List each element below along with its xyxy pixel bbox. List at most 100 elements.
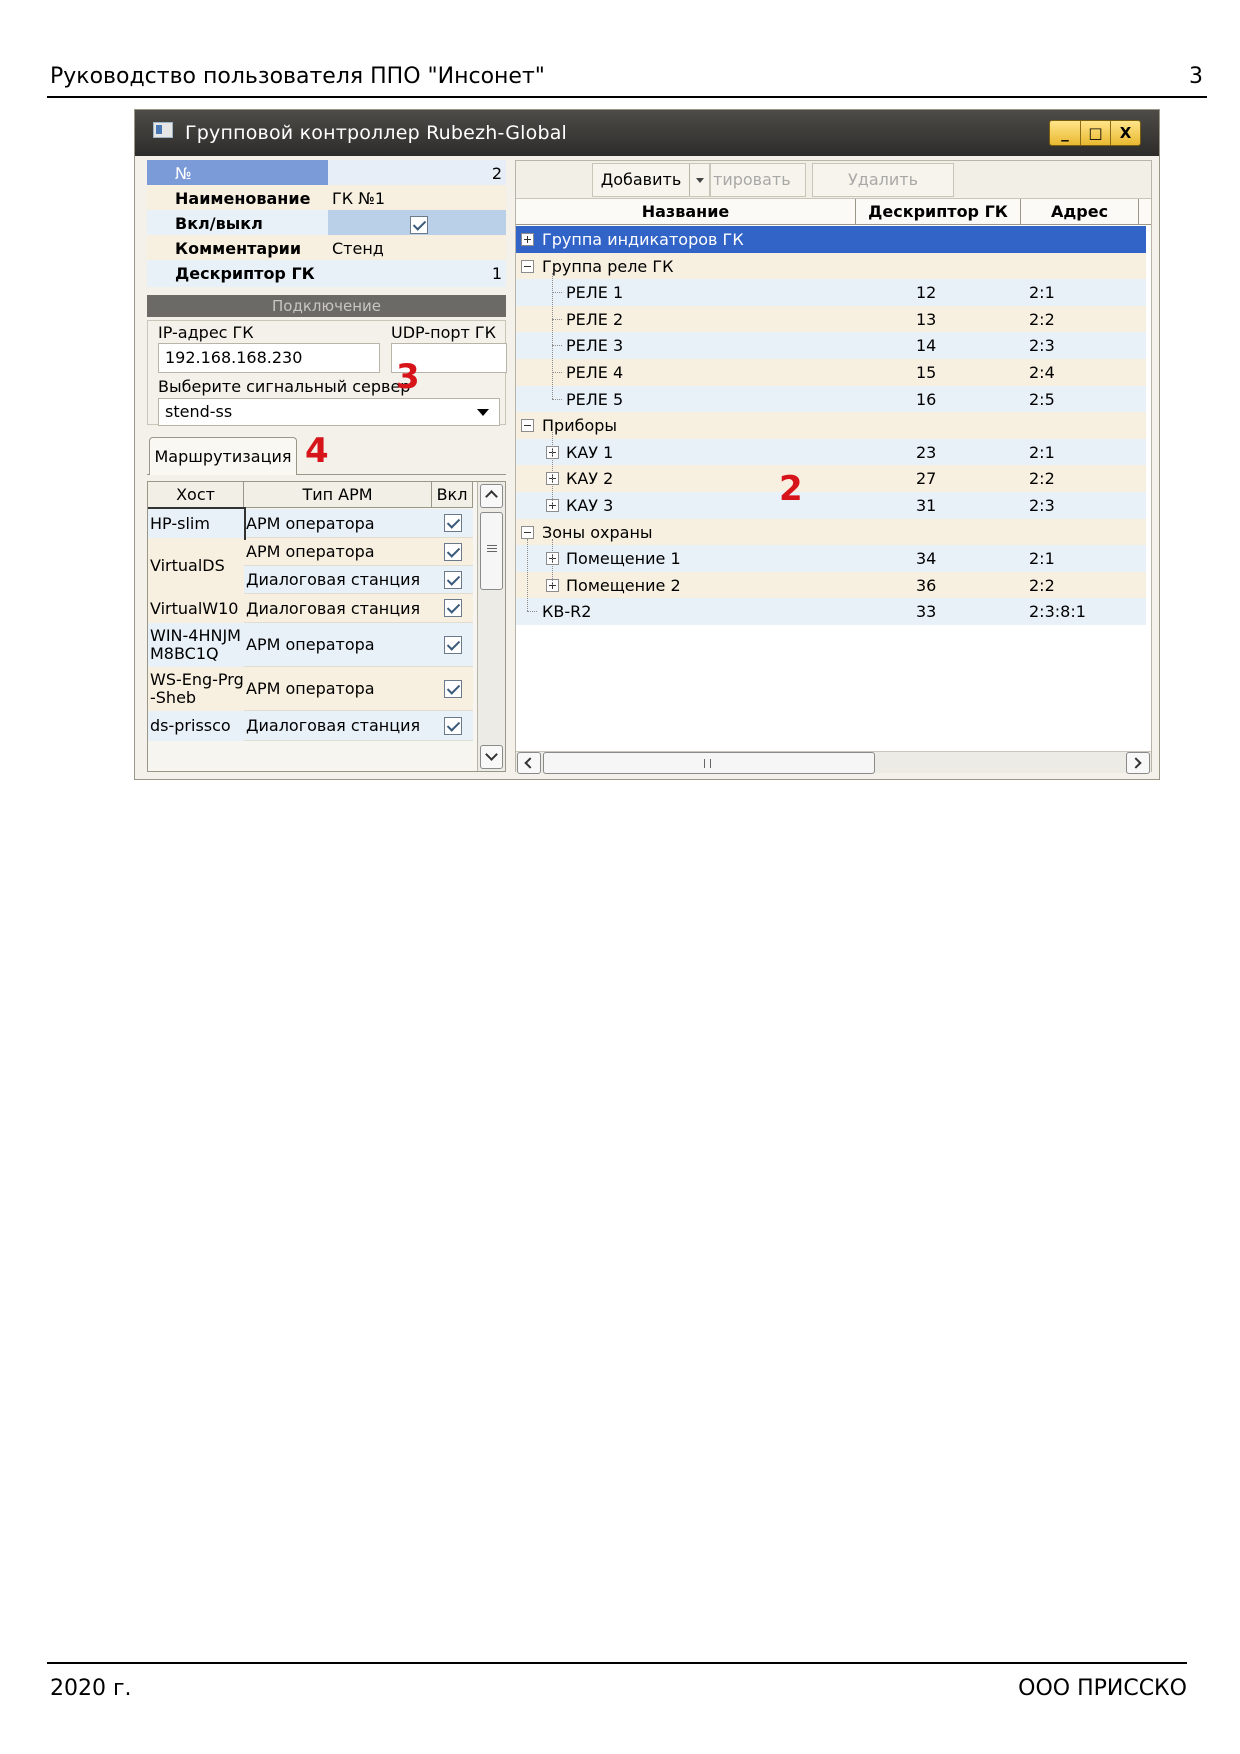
enabled-cell[interactable] xyxy=(432,594,473,622)
left-panel: № 2 Наименование ГК №1 Вкл/выкл Комментарии Ст… xyxy=(147,160,507,772)
arm-type-cell[interactable]: Диалоговая станция xyxy=(244,594,432,622)
column-address[interactable]: Адрес xyxy=(1021,199,1139,225)
table-row[interactable]: ds-prissco Диалоговая станция xyxy=(148,711,473,741)
checkbox-checked-icon[interactable] xyxy=(443,570,462,589)
property-row[interactable]: Дескриптор ГК 1 xyxy=(147,260,506,287)
column-descriptor[interactable]: Дескриптор ГК xyxy=(856,199,1021,225)
tree-row[interactable]: КВ-R2 33 2:3:8:1 xyxy=(516,598,1146,626)
tree-row[interactable]: РЕЛЕ 5 16 2:5 xyxy=(516,385,1146,413)
table-row[interactable]: HP-slim АРМ оператора xyxy=(148,507,473,540)
tree-row[interactable]: Группа реле ГК xyxy=(516,252,1146,280)
collapse-icon[interactable] xyxy=(521,259,534,273)
tree-row[interactable]: Помещение 1 34 2:1 xyxy=(516,545,1146,573)
descriptor-value: 13 xyxy=(916,309,937,329)
property-row[interactable]: Комментарии Стенд xyxy=(147,235,506,262)
tree-horizontal-scrollbar[interactable] xyxy=(516,751,1151,774)
property-row[interactable]: Вкл/выкл xyxy=(147,210,506,237)
column-arm-type[interactable]: Тип АРМ xyxy=(244,482,432,508)
delete-button[interactable]: Удалить xyxy=(812,163,954,197)
arm-type-cell[interactable]: Диалоговая станция xyxy=(244,711,432,740)
window-titlebar[interactable]: Групповой контроллер Rubezh-Global _ □ X xyxy=(135,110,1159,156)
property-value[interactable]: 1 xyxy=(328,260,506,287)
tree-row[interactable]: Группа индикаторов ГК xyxy=(516,226,1146,253)
tree-row[interactable]: КАУ 1 23 2:1 xyxy=(516,438,1146,466)
descriptor-value: 33 xyxy=(916,602,937,622)
table-row[interactable]: WS-Eng-Prg -Sheb АРМ оператора xyxy=(148,667,473,711)
scroll-up-button[interactable] xyxy=(480,484,503,508)
host-cell[interactable]: VirtualW10 xyxy=(148,594,244,623)
checkbox-checked-icon[interactable] xyxy=(443,635,462,654)
property-row[interactable]: Наименование ГК №1 xyxy=(147,185,506,212)
arm-type-cell[interactable]: АРМ оператора xyxy=(244,667,432,710)
enabled-cell[interactable] xyxy=(432,509,473,537)
tree-item-name: КАУ 1 xyxy=(566,442,614,462)
horizontal-scroll-thumb[interactable] xyxy=(543,752,875,774)
add-button[interactable]: Добавить xyxy=(592,163,710,197)
host-cell[interactable]: VirtualDS xyxy=(148,538,244,594)
scroll-left-button[interactable] xyxy=(517,752,541,774)
tree-row[interactable]: Помещение 2 36 2:2 xyxy=(516,571,1146,599)
table-row[interactable]: VirtualDS АРМ оператора xyxy=(148,538,473,594)
property-label: Наименование xyxy=(147,185,328,212)
checkbox-checked-icon[interactable] xyxy=(443,716,462,735)
enabled-checkbox-cell[interactable] xyxy=(328,210,506,237)
enabled-cell[interactable] xyxy=(432,711,473,740)
tree-row[interactable]: РЕЛЕ 1 12 2:1 xyxy=(516,279,1146,307)
checkbox-checked-icon[interactable] xyxy=(443,599,462,617)
enabled-cell[interactable] xyxy=(432,538,473,565)
tree-row[interactable]: КАУ 3 31 2:3 xyxy=(516,492,1146,519)
table-row[interactable]: WIN-4HNJM M8BC1Q АРМ оператора xyxy=(148,623,473,667)
arm-type-cell[interactable]: Диалоговая станция xyxy=(244,566,432,593)
scroll-right-button[interactable] xyxy=(1126,752,1150,774)
expand-icon[interactable] xyxy=(521,233,534,246)
collapse-icon[interactable] xyxy=(521,525,534,539)
maximize-button[interactable]: □ xyxy=(1080,121,1110,145)
tree-connector-icon xyxy=(527,538,528,612)
enabled-cell[interactable] xyxy=(432,566,473,593)
property-value[interactable]: ГК №1 xyxy=(328,185,506,212)
tree-row[interactable]: Приборы xyxy=(516,412,1146,440)
table-row[interactable]: VirtualW10 Диалоговая станция xyxy=(148,594,473,623)
host-cell[interactable]: WIN-4HNJM M8BC1Q xyxy=(148,623,244,667)
checkbox-checked-icon[interactable] xyxy=(410,215,428,234)
chevron-right-icon xyxy=(1130,757,1142,769)
scroll-thumb[interactable] xyxy=(480,512,503,590)
checkbox-checked-icon[interactable] xyxy=(443,679,462,698)
checkbox-checked-icon[interactable] xyxy=(443,514,462,532)
close-button[interactable]: X xyxy=(1110,121,1140,145)
add-dropdown-icon[interactable] xyxy=(689,164,709,196)
host-cell[interactable]: HP-slim xyxy=(148,507,246,540)
collapse-icon[interactable] xyxy=(521,419,534,433)
arm-type-cell[interactable]: АРМ оператора xyxy=(244,509,432,537)
column-name[interactable]: Название xyxy=(516,199,856,225)
property-value[interactable]: 2 xyxy=(328,160,506,187)
arm-type-cell[interactable]: АРМ оператора xyxy=(244,623,432,666)
enabled-cell[interactable] xyxy=(432,667,473,710)
column-enabled[interactable]: Вкл xyxy=(432,482,473,508)
signal-server-value: stend-ss xyxy=(165,402,233,421)
checkbox-checked-icon[interactable] xyxy=(443,542,462,561)
ip-address-input[interactable]: 192.168.168.230 xyxy=(158,343,380,373)
signal-server-select[interactable]: stend-ss xyxy=(158,398,500,426)
edit-button[interactable]: тировать xyxy=(710,163,806,197)
tree-row[interactable]: РЕЛЕ 4 15 2:4 xyxy=(516,359,1146,386)
routing-vertical-scrollbar[interactable] xyxy=(477,482,505,771)
column-host[interactable]: Хост xyxy=(148,482,244,508)
enabled-cell[interactable] xyxy=(432,623,473,666)
property-row[interactable]: № 2 xyxy=(147,160,506,187)
minimize-button[interactable]: _ xyxy=(1050,121,1080,145)
host-cell[interactable]: ds-prissco xyxy=(148,711,244,741)
tree-row[interactable]: КАУ 2 27 2:2 xyxy=(516,465,1146,493)
host-cell[interactable]: WS-Eng-Prg -Sheb xyxy=(148,667,244,711)
routing-grid-header: Хост Тип АРМ Вкл xyxy=(148,482,473,508)
tree-connector-icon xyxy=(552,432,553,505)
tree-row[interactable]: РЕЛЕ 3 14 2:3 xyxy=(516,332,1146,360)
tab-routing[interactable]: Маршрутизация xyxy=(149,437,297,475)
tree-row[interactable]: РЕЛЕ 2 13 2:2 xyxy=(516,305,1146,333)
scroll-down-button[interactable] xyxy=(480,745,503,769)
tree-row[interactable]: Зоны охраны xyxy=(516,518,1146,546)
arm-type-cell[interactable]: АРМ оператора xyxy=(244,538,432,565)
grip-icon xyxy=(704,759,711,768)
property-value[interactable]: Стенд xyxy=(328,235,506,262)
tree-connector-icon xyxy=(552,272,553,399)
